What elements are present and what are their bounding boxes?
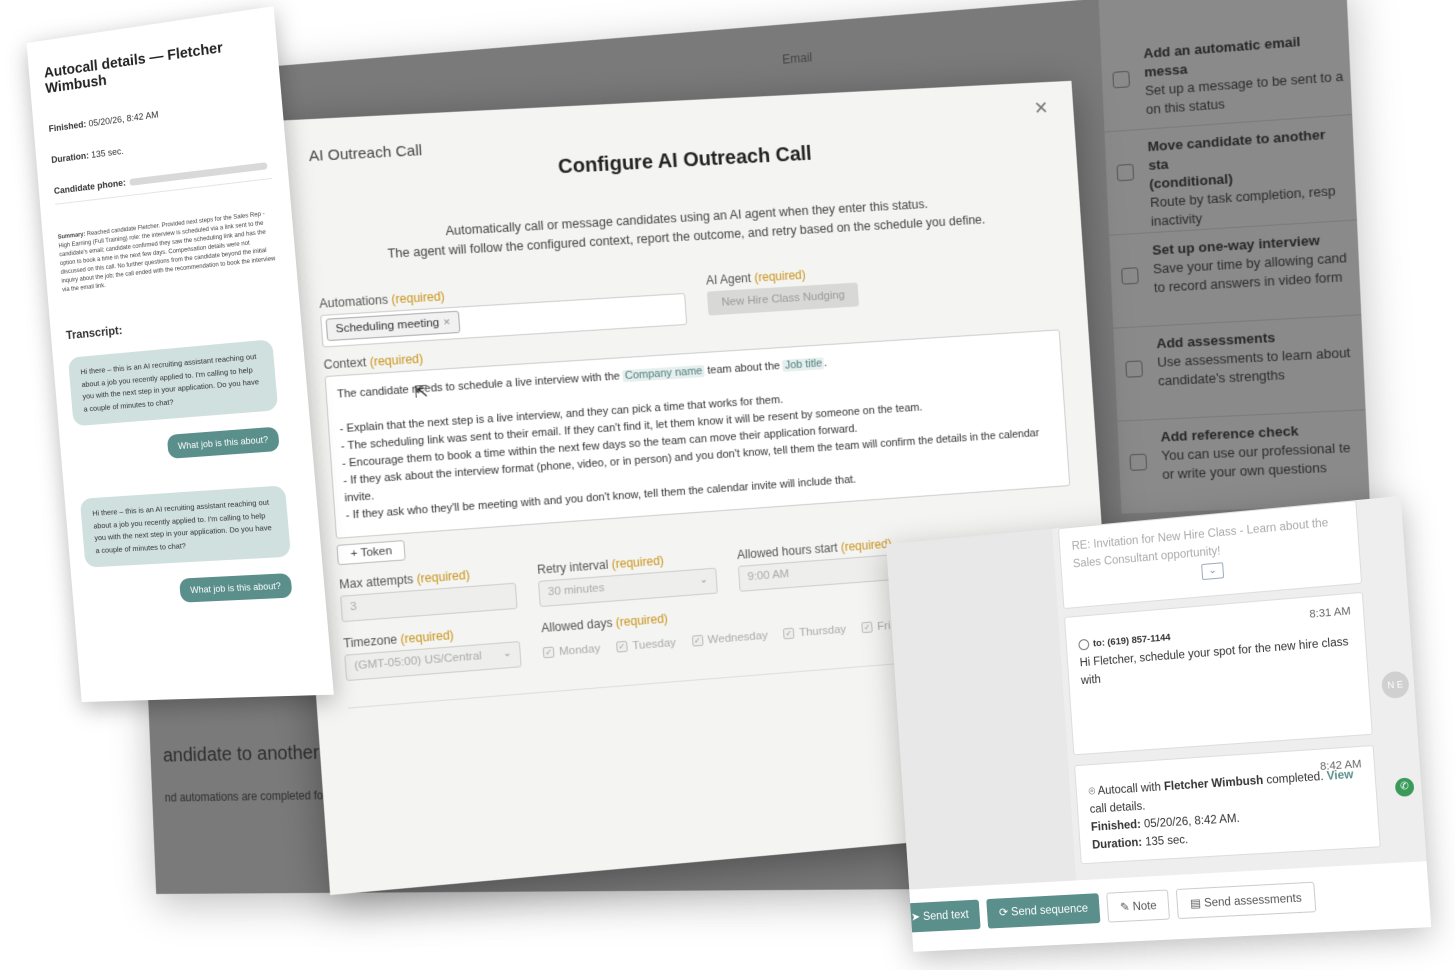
chart-icon: ▤ xyxy=(1190,898,1202,911)
option-automatic-email[interactable]: Add an automatic email messa Set up a me… xyxy=(1100,20,1352,132)
candidate-message: What job is this about? xyxy=(167,427,280,459)
close-icon[interactable]: ✕ xyxy=(1033,98,1049,119)
autocall-message-card: 8:42 AM ⌾ Autocall with Fletcher Wimbush… xyxy=(1074,745,1381,864)
day-wednesday-checkbox[interactable]: ✓ Wednesday xyxy=(691,630,768,648)
chevron-down-icon: ⌄ xyxy=(699,574,708,586)
option-one-way-interview[interactable]: Set up one-way interview Save your time … xyxy=(1109,220,1361,328)
max-attempts-group: Max attempts (required) 3 xyxy=(339,564,518,622)
finished-row: Finished: 05/20/26, 8:42 AM xyxy=(48,95,266,134)
send-sequence-button[interactable]: ⟳ Send sequence xyxy=(987,893,1101,928)
details-title: Autocall details — Fletcher Wimbush xyxy=(43,35,262,97)
option-title: Move candidate to another sta (conditiona… xyxy=(1147,124,1348,194)
mouse-pointer-icon: ⇱ xyxy=(414,382,429,403)
transcript-label: Transcript: xyxy=(66,309,285,342)
candidate-name: Fletcher Wimbush xyxy=(1164,775,1264,793)
automation-chip: Scheduling meeting × xyxy=(326,311,461,341)
sms-time: 8:31 AM xyxy=(1309,602,1352,624)
modal-description: Automatically call or message candidates… xyxy=(314,188,1052,268)
robot-icon: ⌾ xyxy=(1088,786,1096,798)
automations-group: Automations (required) Scheduling meetin… xyxy=(319,275,687,348)
sequence-icon: ⟳ xyxy=(999,907,1009,919)
agent-message: Hi there – this is an AI recruiting assi… xyxy=(80,485,291,567)
day-friday-checkbox[interactable]: ✓ Fri xyxy=(861,620,890,634)
option-desc: Use assessments to learn about candidate'… xyxy=(1157,346,1351,389)
option-assessments[interactable]: Add assessments Use assessments to learn… xyxy=(1113,315,1365,421)
ai-agent-group: AI Agent (required) New Hire Class Nudgi… xyxy=(706,259,964,324)
company-name-token[interactable]: Company name xyxy=(623,365,705,382)
reference-icon xyxy=(1129,454,1147,471)
option-move-candidate[interactable]: Move candidate to another sta (conditiona… xyxy=(1104,115,1356,236)
send-icon: ➤ xyxy=(911,911,921,923)
option-desc: Save your time by allowing cand to record… xyxy=(1153,251,1347,296)
chevron-down-icon: ⌄ xyxy=(503,648,512,660)
email-icon xyxy=(1112,71,1130,89)
ai-agent-selector[interactable]: New Hire Class Nudging xyxy=(707,282,860,315)
expand-chevron-icon[interactable]: ⌄ xyxy=(1201,562,1224,580)
candidate-messages-panel: RE: Invitation for New Hire Class - Lear… xyxy=(886,496,1431,952)
send-text-button[interactable]: ➤ Send text xyxy=(899,900,981,933)
add-token-button[interactable]: + Token xyxy=(336,540,406,565)
note-button[interactable]: ✎ Note xyxy=(1106,889,1170,922)
video-icon xyxy=(1121,267,1139,285)
call-time: 8:42 AM xyxy=(1319,755,1362,776)
send-assessments-button[interactable]: ▤ Send assessments xyxy=(1176,882,1316,919)
option-reference-check[interactable]: Add reference check You can use our prof… xyxy=(1117,410,1370,514)
day-thursday-checkbox[interactable]: ✓ Thursday xyxy=(783,624,847,641)
assessment-icon xyxy=(1125,360,1143,377)
call-summary: Summary: Reached candidate Fletcher. Pro… xyxy=(58,209,281,295)
agent-message: Hi there – this is an AI recruiting assi… xyxy=(68,339,278,426)
day-tuesday-checkbox[interactable]: ✓ Tuesday xyxy=(616,637,676,654)
day-monday-checkbox[interactable]: ✓ Monday xyxy=(543,643,601,660)
route-icon xyxy=(1117,164,1135,182)
status-subtext: nd automations are completed for the xyxy=(164,788,345,804)
remove-chip-icon[interactable]: × xyxy=(443,316,451,329)
note-icon: ✎ xyxy=(1120,902,1130,914)
automation-options-panel: Add an automatic email messa Set up a me… xyxy=(1099,0,1370,515)
avatar: N E xyxy=(1381,670,1410,699)
retry-interval-group: Retry interval (required) 30 minutes ⌄ xyxy=(537,550,718,607)
sms-message-card: 8:31 AM to: (619) 857-1144 Hi Fletcher, … xyxy=(1064,592,1373,756)
plus-icon: + xyxy=(350,548,358,561)
job-title-token[interactable]: Job title xyxy=(783,357,825,372)
phone-redacted-bar xyxy=(129,162,267,186)
phone-call-icon: ✆ xyxy=(1395,777,1415,797)
duration-row: Duration: 135 sec. xyxy=(51,127,269,165)
candidate-message: What job is this about? xyxy=(179,573,293,603)
option-desc: You can use our professional te or write … xyxy=(1161,441,1351,482)
messages-left-pane xyxy=(886,529,1076,894)
timezone-group: Timezone (required) (GMT-05:00) US/Centr… xyxy=(343,623,522,681)
sms-icon xyxy=(1078,639,1089,651)
email-tab[interactable]: Email xyxy=(782,50,813,66)
